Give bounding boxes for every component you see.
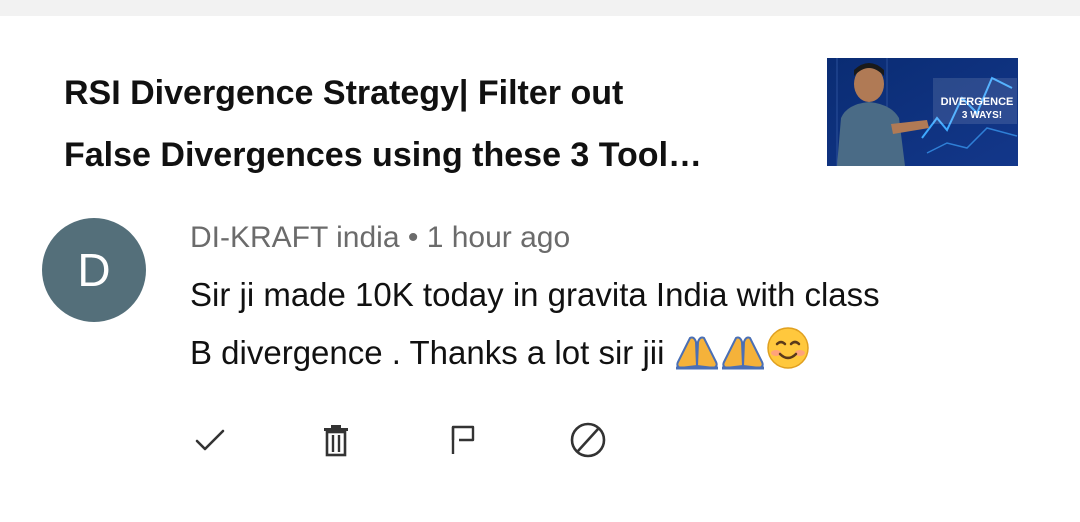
report-button[interactable] <box>441 418 485 462</box>
check-icon <box>195 429 225 451</box>
thumbnail-text-1: DIVERGENCE <box>941 96 1014 108</box>
comment-line1: Sir ji made 10K today in gravita India w… <box>190 276 880 313</box>
smiling-face-icon <box>766 326 810 388</box>
block-icon <box>570 422 606 458</box>
folded-hands-icon <box>674 330 720 388</box>
video-thumbnail[interactable]: DIVERGENCE 3 WAYS! <box>827 58 1018 166</box>
comment-meta: DI-KRAFT india • 1 hour ago <box>190 218 570 258</box>
thumbnail-image: DIVERGENCE 3 WAYS! <box>827 58 1018 166</box>
avatar-letter: D <box>77 244 111 296</box>
video-title[interactable]: RSI Divergence Strategy| Filter out Fals… <box>64 62 804 186</box>
thumbnail-text-2: 3 WAYS! <box>962 110 1002 121</box>
comment-text: Sir ji made 10K today in gravita India w… <box>190 266 1050 388</box>
approve-button[interactable] <box>188 418 232 462</box>
comment-line2: B divergence . Thanks a lot sir jii <box>190 324 1050 388</box>
video-title-line1: RSI Divergence Strategy| Filter out <box>64 74 624 112</box>
delete-button[interactable] <box>314 418 358 462</box>
comment-line2-text: B divergence . Thanks a lot sir jii <box>190 334 665 371</box>
comment-author[interactable]: DI-KRAFT india <box>190 221 400 254</box>
trash-icon <box>324 425 348 457</box>
video-title-line2: False Divergences using these 3 Tool… <box>64 136 703 174</box>
folded-hands-icon <box>720 330 766 388</box>
block-button[interactable] <box>566 418 610 462</box>
meta-separator: • <box>407 221 419 254</box>
top-strip <box>0 0 1080 16</box>
flag-icon <box>451 425 475 454</box>
comment-time: 1 hour ago <box>426 221 571 254</box>
avatar[interactable]: D <box>42 218 146 322</box>
